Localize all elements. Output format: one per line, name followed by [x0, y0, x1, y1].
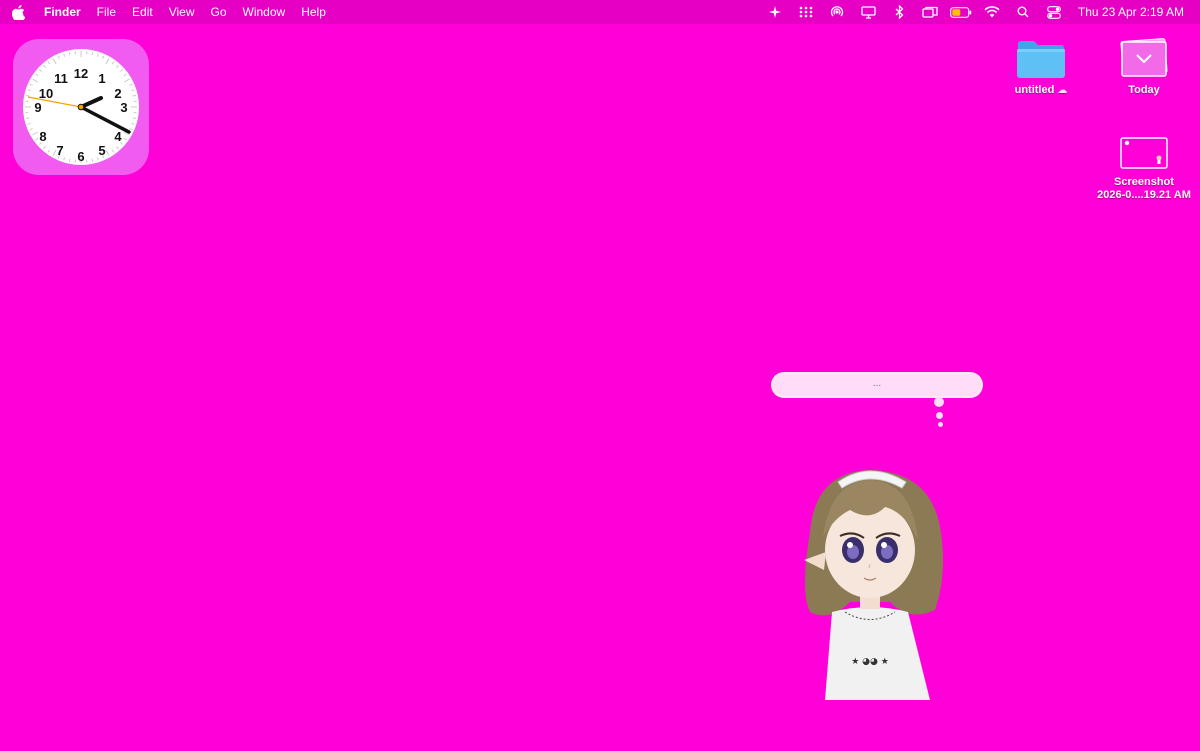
- clock-tick: [132, 117, 136, 120]
- sparkle-icon[interactable]: [760, 0, 791, 24]
- menu-bar: Finder File Edit View Go Window Help Thu…: [0, 0, 1200, 24]
- airdrop-icon[interactable]: [822, 0, 853, 24]
- clock-number-10: 10: [39, 86, 53, 101]
- clock-tick: [91, 158, 94, 162]
- thought-dot-small: [938, 422, 943, 427]
- desktop-stack-today[interactable]: Today: [1094, 38, 1194, 97]
- clock-tick: [26, 117, 30, 120]
- desktop-folder-untitled[interactable]: untitled ☁: [991, 38, 1091, 97]
- clock-number-8: 8: [39, 129, 46, 144]
- thought-dot-medium: [936, 412, 943, 419]
- clock-tick: [91, 52, 94, 56]
- spotlight-search-icon[interactable]: [1008, 0, 1039, 24]
- screenshot-label-name: Screenshot: [1114, 176, 1174, 188]
- menu-help[interactable]: Help: [293, 0, 334, 24]
- thought-bubble: ...: [773, 374, 981, 396]
- clock-tick: [68, 158, 71, 162]
- clock-number-2: 2: [114, 86, 121, 101]
- clock-number-4: 4: [114, 129, 122, 144]
- clock-number-12: 12: [74, 66, 88, 81]
- thought-dot-large: [934, 397, 944, 407]
- clock-tick: [68, 52, 71, 56]
- desktop-pet-character[interactable]: ★ ◕◕ ★: [790, 452, 950, 702]
- clock-widget[interactable]: 12 1 2 3 4 5 6 7 8 9 10 11: [13, 39, 149, 175]
- menu-edit[interactable]: Edit: [124, 0, 161, 24]
- stack-icon: [1120, 38, 1168, 77]
- screen-mirroring-icon[interactable]: [915, 0, 946, 24]
- clock-number-11: 11: [54, 71, 68, 86]
- analog-clock-face: 12 1 2 3 4 5 6 7 8 9 10 11: [23, 49, 139, 165]
- clock-number-6: 6: [77, 149, 84, 164]
- clock-number-1: 1: [98, 71, 105, 86]
- screenshot-label-date: 2026-0....19.21 AM: [1097, 189, 1191, 201]
- display-icon[interactable]: [853, 0, 884, 24]
- menu-file[interactable]: File: [89, 0, 124, 24]
- desktop-file-screenshot[interactable]: Screenshot 2026-0....19.21 AM: [1094, 134, 1194, 202]
- menu-app-finder[interactable]: Finder: [36, 0, 89, 24]
- clock-tick: [132, 94, 136, 97]
- stack-label: Today: [1128, 84, 1160, 96]
- clock-number-3: 3: [120, 100, 127, 115]
- menubar-datetime[interactable]: Thu 23 Apr 2:19 AM: [1070, 0, 1200, 24]
- screenshot-thumbnail-icon: [1120, 137, 1168, 169]
- apple-menu-icon[interactable]: [0, 0, 36, 24]
- launchpad-grid-icon[interactable]: [791, 0, 822, 24]
- bluetooth-icon[interactable]: [884, 0, 915, 24]
- menu-go[interactable]: Go: [203, 0, 235, 24]
- shirt: [825, 607, 930, 700]
- clock-number-5: 5: [98, 143, 105, 158]
- clock-number-9: 9: [34, 100, 41, 115]
- thought-bubble-text: ...: [872, 378, 882, 389]
- control-center-icon[interactable]: [1039, 0, 1070, 24]
- menu-window[interactable]: Window: [235, 0, 294, 24]
- clock-tick: [26, 94, 30, 97]
- menu-view[interactable]: View: [161, 0, 203, 24]
- folder-icon: [1017, 41, 1065, 78]
- wifi-icon[interactable]: [977, 0, 1008, 24]
- battery-icon[interactable]: [946, 0, 977, 24]
- icloud-icon: ☁: [1057, 85, 1068, 96]
- svg-text:★ ◕◕ ★: ★ ◕◕ ★: [851, 657, 889, 667]
- folder-label: untitled: [1014, 84, 1055, 96]
- clock-number-7: 7: [56, 143, 63, 158]
